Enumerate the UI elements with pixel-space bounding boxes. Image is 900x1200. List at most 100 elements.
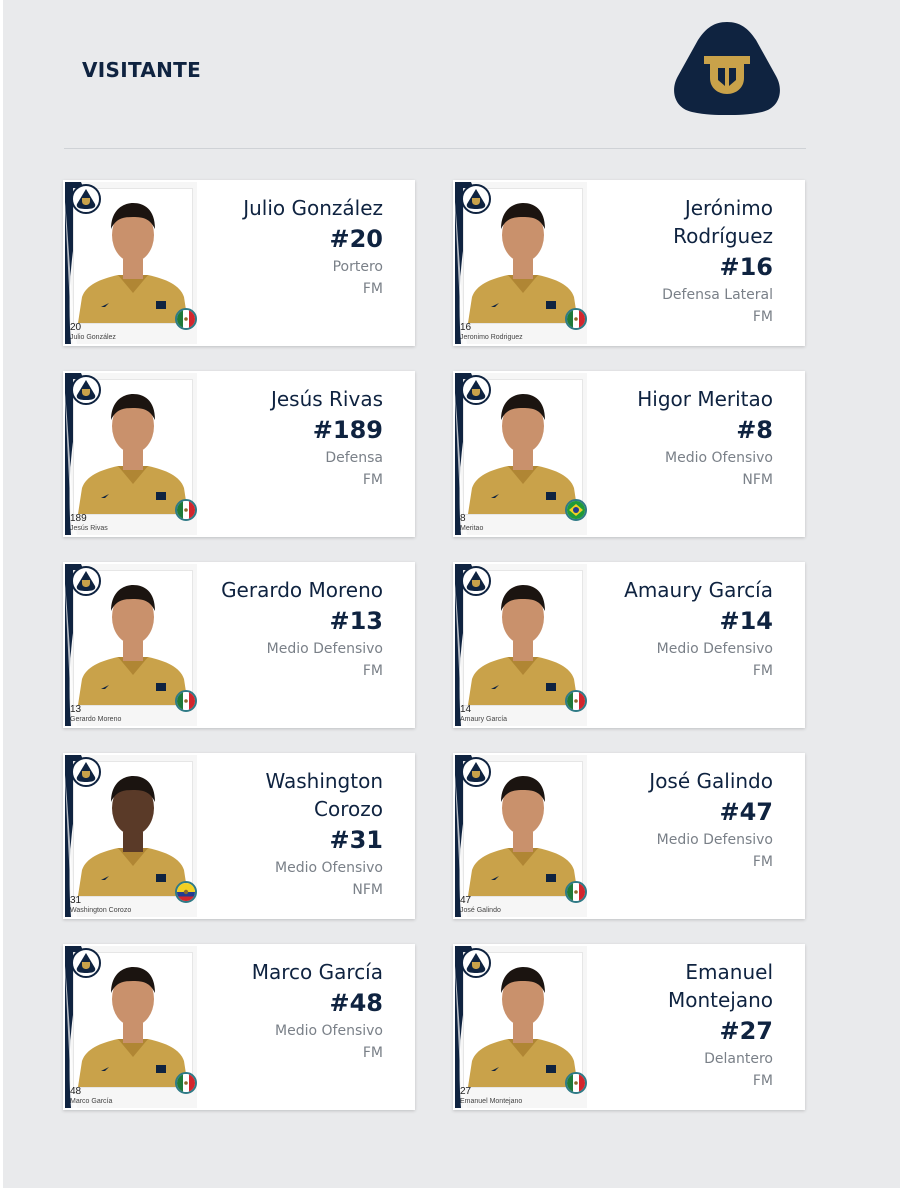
player-status: FM [362,472,383,488]
sticker-number: 47 [460,895,472,906]
page-title: VISITANTE [82,58,202,82]
player-position: Portero [332,259,383,275]
sticker-name: Jesús Rivas [70,525,108,532]
sticker-number: 20 [70,322,82,333]
mexico-flag-icon [175,1072,197,1094]
sticker-number: 31 [70,895,82,906]
page-edge [0,1188,900,1200]
pumas-badge-icon [71,184,101,214]
player-status: FM [362,1045,383,1061]
player-card[interactable]: 48 Marco García Marco García #48 Medio O… [63,944,415,1110]
player-status: FM [752,854,773,870]
mexico-flag-icon [175,499,197,521]
player-number: #16 [719,253,773,281]
player-sticker: 47 José Galindo [455,755,587,917]
pumas-badge-icon [461,566,491,596]
player-sticker: 189 Jesús Rivas [65,373,197,535]
player-info: Marco García #48 Medio Ofensivo FM [193,958,383,1064]
player-position: Medio Ofensivo [275,1023,383,1039]
player-position: Delantero [704,1051,773,1067]
sticker-name: Julio González [70,334,116,341]
player-info: José Galindo #47 Medio Defensivo FM [583,767,773,873]
sticker-name: Meritao [460,525,484,532]
player-status: FM [752,1073,773,1089]
sticker-name: Washington Corozo [70,907,132,914]
player-number: #14 [719,607,773,635]
player-name: Jerónimo Rodríguez [673,196,773,248]
player-sticker: 48 Marco García [65,946,197,1108]
pumas-badge-icon [461,757,491,787]
player-position: Medio Defensivo [656,641,773,657]
sticker-name: Gerardo Moreno [70,716,122,723]
player-position: Defensa [325,450,383,466]
player-sticker: 27 Emanuel Montejano [455,946,587,1108]
player-number: #189 [312,416,383,444]
player-card[interactable]: 14 Amaury García Amaury García #14 Medio… [453,562,805,728]
lineup-page: VISITANTE 20 Julio González Julio Gonzál… [0,0,900,1200]
sticker-number: 13 [70,704,82,715]
mexico-flag-icon [565,690,587,712]
player-card[interactable]: 13 Gerardo Moreno Gerardo Moreno #13 Med… [63,562,415,728]
player-sticker: 16 Jeronimo Rodriguez [455,182,587,344]
sticker-number: 14 [460,704,472,715]
player-number: #8 [736,416,773,444]
player-info: Higor Meritao #8 Medio Ofensivo NFM [583,385,773,491]
player-card[interactable]: 31 Washington Corozo Washington Corozo #… [63,753,415,919]
player-number: #48 [329,989,383,1017]
player-position: Medio Ofensivo [665,450,773,466]
player-number: #27 [719,1017,773,1045]
pumas-badge-icon [461,948,491,978]
player-name: José Galindo [649,769,773,793]
header-divider [64,148,806,149]
player-status: FM [752,309,773,325]
sticker-name: Emanuel Montejano [460,1098,523,1105]
mexico-flag-icon [175,690,197,712]
player-sticker: 31 Washington Corozo [65,755,197,917]
sticker-name: Marco García [70,1098,113,1105]
player-position: Medio Defensivo [266,641,383,657]
player-sticker: 20 Julio González [65,182,197,344]
player-status: FM [752,663,773,679]
player-name: Amaury García [624,578,773,602]
player-number: #20 [329,225,383,253]
player-name: Higor Meritao [637,387,773,411]
pumas-logo-icon [674,22,780,115]
player-info: Amaury García #14 Medio Defensivo FM [583,576,773,682]
player-status: NFM [742,472,773,488]
sticker-name: Jeronimo Rodriguez [460,334,523,341]
player-card[interactable]: 20 Julio González Julio González #20 Por… [63,180,415,346]
player-card[interactable]: 8 Meritao Higor Meritao #8 Medio Ofensiv… [453,371,805,537]
pumas-badge-icon [461,375,491,405]
brazil-flag-icon [565,499,587,521]
player-info: Jesús Rivas #189 Defensa FM [193,385,383,491]
player-name: Gerardo Moreno [221,578,383,602]
player-card[interactable]: 16 Jeronimo Rodriguez Jerónimo Rodríguez… [453,180,805,346]
mexico-flag-icon [175,308,197,330]
sticker-number: 8 [460,513,466,524]
player-number: #47 [719,798,773,826]
player-name: Marco García [251,960,383,984]
player-name: Jesús Rivas [270,387,383,411]
pumas-badge-icon [71,566,101,596]
player-info: Julio González #20 Portero FM [193,194,383,300]
player-info: Emanuel Montejano #27 Delantero FM [583,958,773,1092]
sticker-name: Amaury García [460,716,508,723]
player-info: Washington Corozo #31 Medio Ofensivo NFM [193,767,383,901]
player-info: Jerónimo Rodríguez #16 Defensa Lateral F… [583,194,773,328]
player-status: FM [362,663,383,679]
player-card[interactable]: 189 Jesús Rivas Jesús Rivas #189 Defensa… [63,371,415,537]
player-position: Medio Ofensivo [275,860,383,876]
sticker-number: 16 [460,322,472,333]
player-position: Defensa Lateral [662,287,773,303]
sticker-number: 189 [70,513,87,524]
sticker-number: 27 [460,1086,472,1097]
player-card[interactable]: 27 Emanuel Montejano Emanuel Montejano #… [453,944,805,1110]
player-status: NFM [352,882,383,898]
page-edge [0,0,3,1200]
player-sticker: 14 Amaury García [455,564,587,726]
player-number: #31 [329,826,383,854]
player-name: Emanuel Montejano [667,960,773,1012]
pumas-badge-icon [461,184,491,214]
player-info: Gerardo Moreno #13 Medio Defensivo FM [193,576,383,682]
player-card[interactable]: 47 José Galindo José Galindo #47 Medio D… [453,753,805,919]
